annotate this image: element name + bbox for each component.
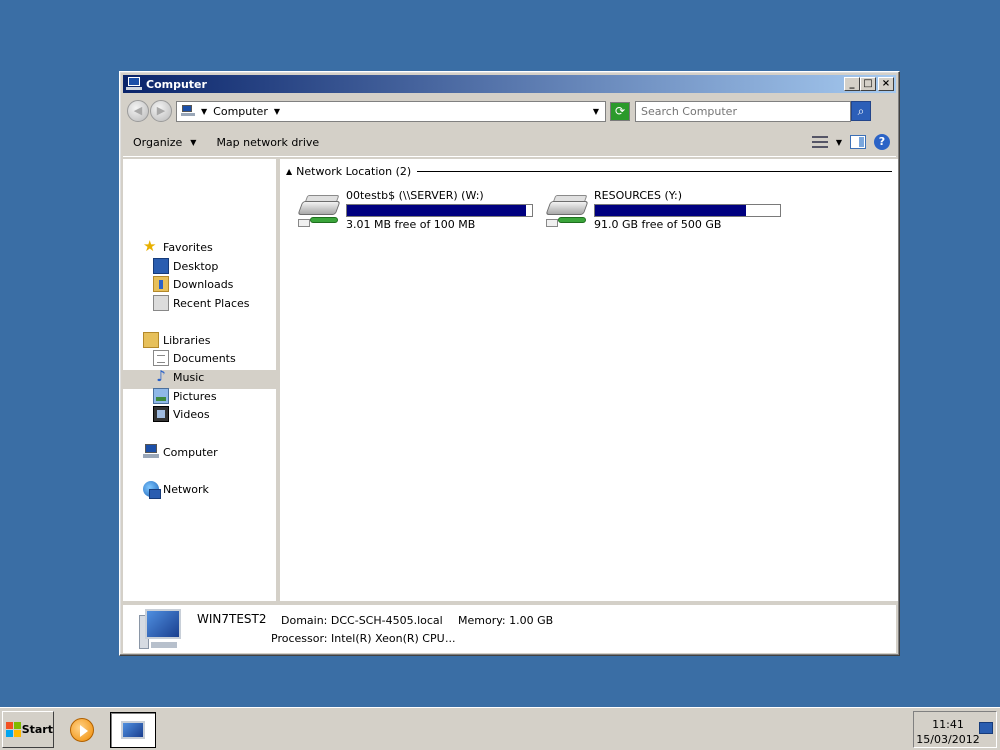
star-icon: ★ (143, 237, 157, 255)
system-tray: 11:41 15/03/2012 (913, 711, 997, 748)
search-input[interactable] (635, 100, 851, 122)
desktop-icon (153, 258, 169, 274)
nav-music[interactable]: ♪ Music (153, 369, 204, 385)
nav-recent-places-label: Recent Places (173, 296, 250, 310)
group-divider (417, 171, 892, 172)
content-pane: ▲ Network Location (2) 00testb$ (\\SERVE… (280, 159, 898, 601)
drive-item-y[interactable]: RESOURCES (Y:) 91.0 GB free of 500 GB (544, 189, 784, 231)
nav-favorites[interactable]: ★ Favorites (143, 239, 213, 255)
music-note-icon: ♪ (156, 367, 166, 385)
minimize-button[interactable]: _ (844, 77, 860, 91)
title-bar[interactable]: Computer _ □ × (123, 75, 896, 93)
downloads-folder-icon (153, 276, 169, 292)
nav-network[interactable]: Network (143, 481, 209, 499)
details-pane: WIN7TEST2 Domain: DCC-SCH-4505.local Mem… (123, 603, 896, 653)
show-desktop-icon[interactable] (979, 722, 993, 734)
explorer-taskbar-button[interactable] (110, 712, 156, 748)
media-player-icon (70, 718, 94, 742)
breadcrumb-dropdown-icon[interactable]: ▼ (274, 107, 280, 116)
memory-info: Memory: 1.00 GB (458, 614, 554, 627)
search-button[interactable]: ⌕ (851, 101, 871, 121)
group-header[interactable]: ▲ Network Location (2) (286, 165, 892, 178)
nav-libraries-label: Libraries (163, 333, 211, 347)
help-icon[interactable]: ? (874, 134, 890, 150)
change-view-icon[interactable] (811, 135, 828, 149)
nav-libraries[interactable]: Libraries (143, 332, 211, 348)
command-bar: Organize ▼ Map network drive ▼ ? (123, 129, 896, 157)
documents-icon (153, 350, 169, 366)
network-globe-icon (143, 481, 161, 499)
drive-usage-bar (346, 204, 533, 217)
nav-recent-places[interactable]: Recent Places (153, 295, 250, 311)
nav-desktop-label: Desktop (173, 259, 219, 273)
computer-icon (121, 721, 145, 739)
back-button[interactable]: ◀ (127, 100, 149, 122)
network-drive-icon (296, 193, 342, 231)
nav-downloads[interactable]: Downloads (153, 276, 233, 292)
processor-info: Processor: Intel(R) Xeon(R) CPU (271, 632, 445, 645)
taskbar: Start 11:41 15/03/2012 (0, 707, 1000, 750)
address-bar: ◀ ▶ ▼ Computer ▼ ▼ ⟳ ⌕ (123, 96, 896, 126)
start-button[interactable]: Start (2, 711, 54, 748)
nav-network-label: Network (163, 482, 209, 496)
organize-button[interactable]: Organize ▼ (123, 136, 206, 149)
group-header-label: Network Location (2) (296, 165, 412, 178)
nav-computer[interactable]: Computer (143, 444, 218, 460)
window-title: Computer (146, 77, 207, 91)
nav-computer-label: Computer (163, 445, 218, 459)
maximize-button[interactable]: □ (860, 77, 876, 91)
nav-videos[interactable]: Videos (153, 406, 210, 422)
nav-downloads-label: Downloads (173, 277, 234, 291)
view-options-chevron-icon[interactable]: ▼ (836, 138, 842, 147)
domain-info: Domain: DCC-SCH-4505.local (281, 614, 443, 627)
close-button[interactable]: × (878, 77, 894, 91)
recent-places-icon (153, 295, 169, 311)
drive-free-space: 3.01 MB free of 100 MB (346, 218, 476, 231)
address-field[interactable]: ▼ Computer ▼ ▼ (176, 100, 606, 122)
network-drive-icon (544, 193, 590, 231)
nav-pictures-label: Pictures (173, 389, 217, 403)
clock-time[interactable]: 11:41 (914, 718, 982, 731)
nav-music-label: Music (173, 370, 205, 384)
start-label: Start (21, 723, 53, 736)
drive-name: 00testb$ (\\SERVER) (W:) (346, 189, 484, 202)
computer-icon (139, 609, 185, 651)
processor-more: ... (445, 632, 456, 645)
refresh-button[interactable]: ⟳ (610, 101, 630, 121)
navigation-pane: ★ Favorites Desktop Downloads Recent Pla… (123, 159, 278, 601)
forward-button[interactable]: ▶ (150, 100, 172, 122)
windows-logo-icon (6, 721, 21, 738)
map-network-drive-button[interactable]: Map network drive (206, 136, 329, 149)
breadcrumb-chevron-icon[interactable]: ▼ (201, 107, 207, 116)
nav-pictures[interactable]: Pictures (153, 388, 217, 404)
drive-name: RESOURCES (Y:) (594, 189, 683, 202)
drive-usage-bar (594, 204, 781, 217)
pictures-icon (153, 388, 169, 404)
collapse-triangle-icon[interactable]: ▲ (286, 167, 292, 176)
nav-favorites-label: Favorites (163, 240, 213, 254)
media-player-taskbar-button[interactable] (68, 712, 96, 748)
map-network-drive-label: Map network drive (216, 136, 320, 149)
drive-free-space: 91.0 GB free of 500 GB (594, 218, 722, 231)
breadcrumb-computer[interactable]: Computer (213, 105, 268, 118)
computer-icon (143, 444, 159, 460)
computer-icon (126, 77, 142, 91)
nav-videos-label: Videos (173, 407, 210, 421)
nav-documents-label: Documents (173, 351, 236, 365)
clock-date[interactable]: 15/03/2012 (914, 733, 982, 746)
libraries-icon (143, 332, 159, 348)
computer-icon (181, 105, 195, 117)
address-history-dropdown-icon[interactable]: ▼ (593, 107, 599, 116)
nav-documents[interactable]: Documents (153, 350, 236, 366)
explorer-window: Computer _ □ × ◀ ▶ ▼ Computer ▼ ▼ ⟳ ⌕ Or… (119, 71, 900, 656)
nav-desktop[interactable]: Desktop (153, 258, 218, 274)
organize-label: Organize (133, 136, 183, 149)
videos-icon (153, 406, 169, 422)
drive-item-w[interactable]: 00testb$ (\\SERVER) (W:) 3.01 MB free of… (296, 189, 536, 231)
computer-name: WIN7TEST2 (197, 612, 267, 626)
preview-pane-icon[interactable] (850, 135, 866, 149)
chevron-down-icon: ▼ (190, 138, 197, 147)
